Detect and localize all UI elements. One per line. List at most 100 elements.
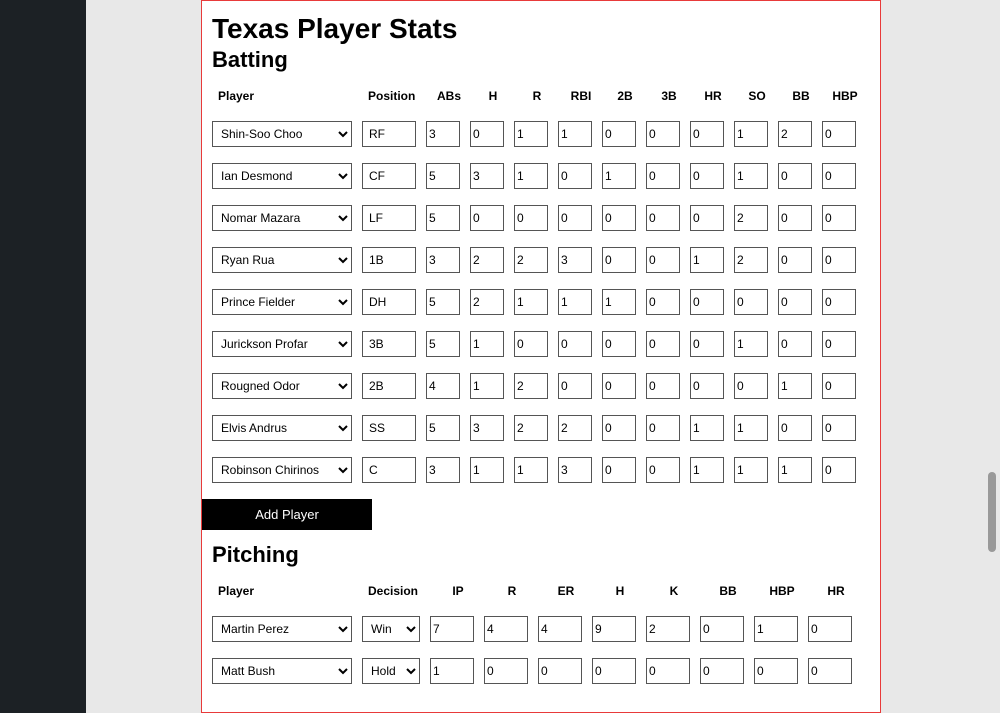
rbi-input[interactable] (558, 205, 592, 231)
r-input[interactable] (514, 331, 548, 357)
h-input[interactable] (470, 163, 504, 189)
hbp-input[interactable] (822, 121, 856, 147)
abs-input[interactable] (426, 163, 460, 189)
h-input[interactable] (470, 205, 504, 231)
hr-input[interactable] (690, 205, 724, 231)
h-input[interactable] (470, 331, 504, 357)
abs-input[interactable] (426, 373, 460, 399)
hbp-input[interactable] (822, 457, 856, 483)
player-select[interactable]: Elvis Andrus (212, 415, 352, 441)
h-input[interactable] (470, 415, 504, 441)
rbi-input[interactable] (558, 457, 592, 483)
hr-input[interactable] (690, 247, 724, 273)
b2-input[interactable] (602, 373, 636, 399)
h-input[interactable] (470, 247, 504, 273)
position-input[interactable] (362, 457, 416, 483)
p-k-input[interactable] (646, 616, 690, 642)
position-input[interactable] (362, 415, 416, 441)
so-input[interactable] (734, 247, 768, 273)
b3-input[interactable] (646, 205, 680, 231)
hr-input[interactable] (690, 289, 724, 315)
hr-input[interactable] (690, 415, 724, 441)
scrollbar-thumb[interactable] (988, 472, 996, 552)
b3-input[interactable] (646, 373, 680, 399)
player-select[interactable]: Shin-Soo Choo (212, 121, 352, 147)
rbi-input[interactable] (558, 331, 592, 357)
p-hr-input[interactable] (808, 616, 852, 642)
h-input[interactable] (470, 289, 504, 315)
position-input[interactable] (362, 121, 416, 147)
bb-input[interactable] (778, 163, 812, 189)
b2-input[interactable] (602, 247, 636, 273)
r-input[interactable] (514, 205, 548, 231)
r-input[interactable] (514, 121, 548, 147)
rbi-input[interactable] (558, 247, 592, 273)
abs-input[interactable] (426, 205, 460, 231)
so-input[interactable] (734, 373, 768, 399)
hr-input[interactable] (690, 331, 724, 357)
b3-input[interactable] (646, 457, 680, 483)
position-input[interactable] (362, 331, 416, 357)
so-input[interactable] (734, 457, 768, 483)
so-input[interactable] (734, 163, 768, 189)
b3-input[interactable] (646, 331, 680, 357)
p-k-input[interactable] (646, 658, 690, 684)
player-select[interactable]: Prince Fielder (212, 289, 352, 315)
player-select[interactable]: Jurickson Profar (212, 331, 352, 357)
b2-input[interactable] (602, 289, 636, 315)
p-hbp-input[interactable] (754, 658, 798, 684)
abs-input[interactable] (426, 247, 460, 273)
bb-input[interactable] (778, 121, 812, 147)
rbi-input[interactable] (558, 373, 592, 399)
p-ip-input[interactable] (430, 616, 474, 642)
b2-input[interactable] (602, 457, 636, 483)
r-input[interactable] (514, 289, 548, 315)
pitcher-select[interactable]: Martin Perez (212, 616, 352, 642)
h-input[interactable] (470, 121, 504, 147)
b2-input[interactable] (602, 415, 636, 441)
bb-input[interactable] (778, 289, 812, 315)
p-ip-input[interactable] (430, 658, 474, 684)
bb-input[interactable] (778, 247, 812, 273)
b3-input[interactable] (646, 121, 680, 147)
p-er-input[interactable] (538, 616, 582, 642)
p-er-input[interactable] (538, 658, 582, 684)
position-input[interactable] (362, 247, 416, 273)
player-select[interactable]: Nomar Mazara (212, 205, 352, 231)
abs-input[interactable] (426, 289, 460, 315)
r-input[interactable] (514, 457, 548, 483)
hbp-input[interactable] (822, 163, 856, 189)
r-input[interactable] (514, 163, 548, 189)
b3-input[interactable] (646, 415, 680, 441)
so-input[interactable] (734, 289, 768, 315)
rbi-input[interactable] (558, 289, 592, 315)
b2-input[interactable] (602, 121, 636, 147)
position-input[interactable] (362, 163, 416, 189)
decision-select[interactable]: Hold (362, 658, 420, 684)
hbp-input[interactable] (822, 415, 856, 441)
so-input[interactable] (734, 331, 768, 357)
hbp-input[interactable] (822, 289, 856, 315)
hbp-input[interactable] (822, 373, 856, 399)
abs-input[interactable] (426, 331, 460, 357)
p-hbp-input[interactable] (754, 616, 798, 642)
rbi-input[interactable] (558, 163, 592, 189)
b2-input[interactable] (602, 163, 636, 189)
bb-input[interactable] (778, 373, 812, 399)
p-hr-input[interactable] (808, 658, 852, 684)
b3-input[interactable] (646, 163, 680, 189)
b3-input[interactable] (646, 247, 680, 273)
decision-select[interactable]: Win (362, 616, 420, 642)
bb-input[interactable] (778, 415, 812, 441)
p-h-input[interactable] (592, 616, 636, 642)
pitcher-select[interactable]: Matt Bush (212, 658, 352, 684)
player-select[interactable]: Rougned Odor (212, 373, 352, 399)
rbi-input[interactable] (558, 121, 592, 147)
bb-input[interactable] (778, 205, 812, 231)
hbp-input[interactable] (822, 205, 856, 231)
hr-input[interactable] (690, 121, 724, 147)
position-input[interactable] (362, 373, 416, 399)
so-input[interactable] (734, 121, 768, 147)
abs-input[interactable] (426, 121, 460, 147)
b2-input[interactable] (602, 331, 636, 357)
